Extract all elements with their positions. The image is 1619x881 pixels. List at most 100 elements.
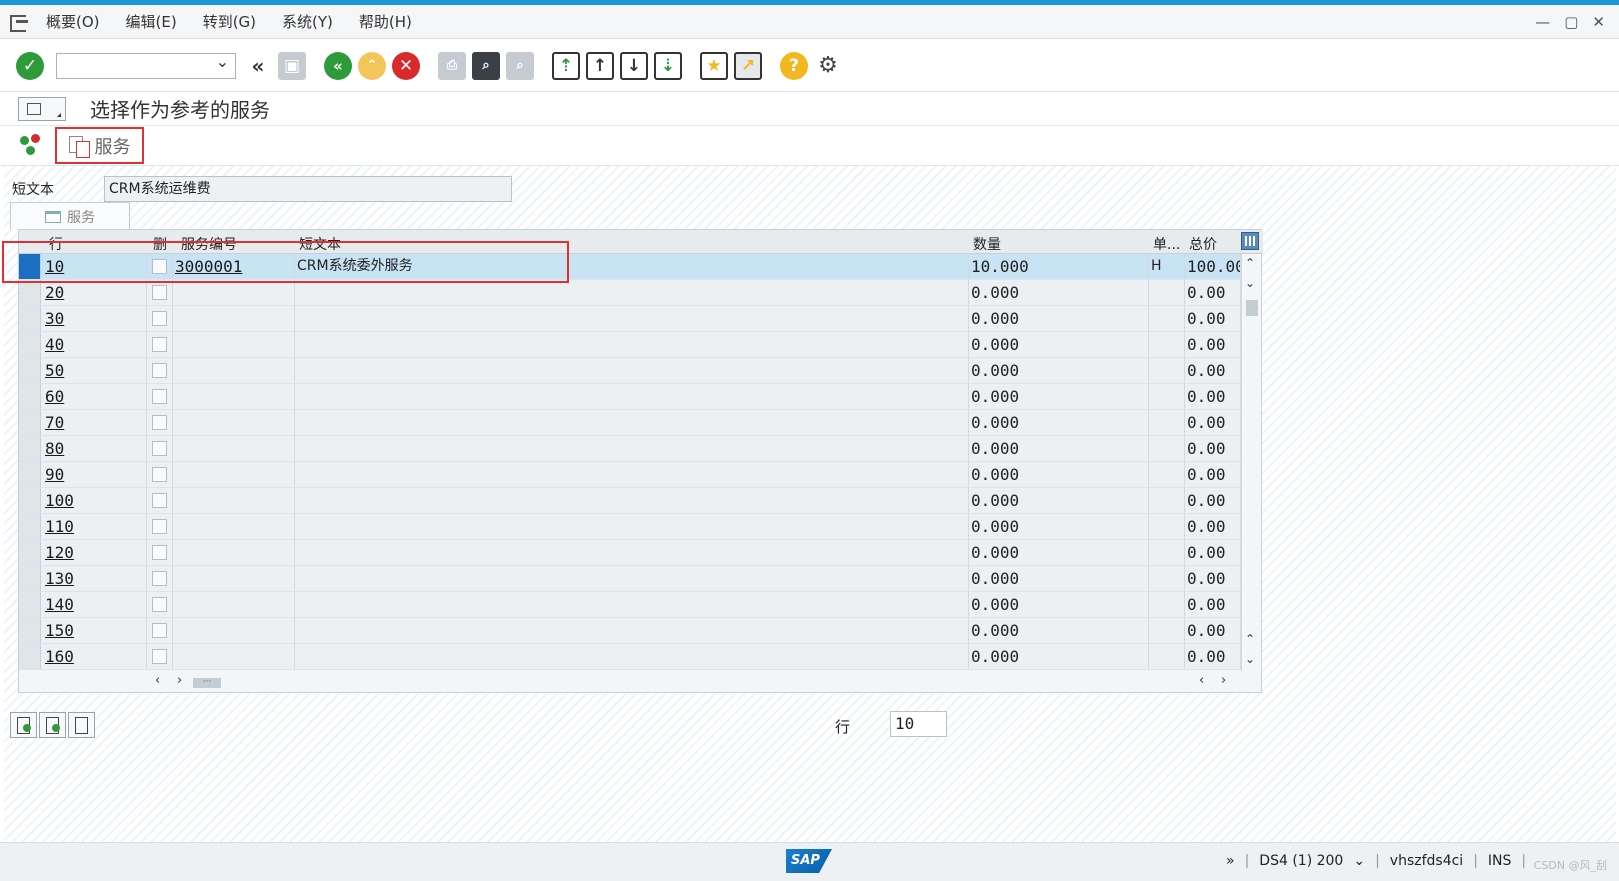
cell-short-text[interactable] bbox=[295, 410, 969, 435]
delete-checkbox[interactable] bbox=[152, 285, 167, 300]
horizontal-scrollbar[interactable]: ‹ › ··· ‹ › bbox=[19, 672, 1241, 692]
cell-service-no[interactable] bbox=[173, 644, 295, 669]
delete-checkbox[interactable] bbox=[152, 519, 167, 534]
vertical-scrollbar[interactable]: ⌃ ⌄ ⌃ ⌄ bbox=[1241, 254, 1261, 672]
table-row[interactable]: 140 0.000 0.00 bbox=[19, 592, 1241, 618]
cell-short-text[interactable] bbox=[295, 488, 969, 513]
cell-service-no[interactable] bbox=[173, 358, 295, 383]
cell-quantity[interactable]: 0.000 bbox=[969, 332, 1149, 357]
cell-short-text[interactable] bbox=[295, 306, 969, 331]
system-id[interactable]: DS4 (1) 200 bbox=[1259, 853, 1343, 869]
cell-quantity[interactable]: 0.000 bbox=[969, 566, 1149, 591]
cell-total[interactable]: 0.00 bbox=[1185, 514, 1241, 539]
back-double-icon[interactable]: « bbox=[244, 52, 272, 80]
cell-short-text[interactable] bbox=[295, 618, 969, 643]
col-header-line[interactable]: 行 bbox=[49, 234, 63, 254]
cell-short-text[interactable] bbox=[295, 644, 969, 669]
cell-short-text[interactable] bbox=[295, 280, 969, 305]
cell-service-no[interactable] bbox=[173, 514, 295, 539]
close-icon[interactable]: ✕ bbox=[1592, 13, 1605, 31]
row-selector[interactable] bbox=[19, 540, 41, 565]
table-row[interactable]: 60 0.000 0.00 bbox=[19, 384, 1241, 410]
cell-line[interactable]: 120 bbox=[41, 540, 147, 565]
cell-quantity[interactable]: 0.000 bbox=[969, 488, 1149, 513]
menu-item-goto[interactable]: 转到(G) bbox=[203, 11, 256, 32]
cell-quantity[interactable]: 0.000 bbox=[969, 514, 1149, 539]
col-header-unit[interactable]: 单... bbox=[1153, 234, 1180, 254]
cell-unit[interactable] bbox=[1149, 436, 1185, 461]
cell-service-no[interactable] bbox=[173, 306, 295, 331]
delete-checkbox[interactable] bbox=[152, 337, 167, 352]
delete-checkbox[interactable] bbox=[152, 649, 167, 664]
cell-service-no[interactable] bbox=[173, 592, 295, 617]
cell-unit[interactable] bbox=[1149, 514, 1185, 539]
col-header-service-no[interactable]: 服务编号 bbox=[181, 234, 237, 254]
cell-line[interactable]: 90 bbox=[41, 462, 147, 487]
row-selector[interactable] bbox=[19, 332, 41, 357]
cell-short-text[interactable] bbox=[295, 462, 969, 487]
cell-total[interactable]: 0.00 bbox=[1185, 566, 1241, 591]
cell-short-text[interactable] bbox=[295, 332, 969, 357]
cell-quantity[interactable]: 0.000 bbox=[969, 384, 1149, 409]
row-selector[interactable] bbox=[19, 410, 41, 435]
save-icon[interactable]: ▣ bbox=[278, 51, 306, 80]
row-selector[interactable] bbox=[19, 618, 41, 643]
row-selector[interactable] bbox=[19, 436, 41, 461]
cell-short-text[interactable] bbox=[295, 566, 969, 591]
table-row[interactable]: 50 0.000 0.00 bbox=[19, 358, 1241, 384]
menu-item-help[interactable]: 帮助(H) bbox=[359, 11, 412, 32]
find-next-icon[interactable]: ⌕ bbox=[506, 51, 534, 80]
last-page-icon[interactable]: ⇣ bbox=[654, 51, 682, 80]
table-row[interactable]: 80 0.000 0.00 bbox=[19, 436, 1241, 462]
table-row[interactable]: 110 0.000 0.00 bbox=[19, 514, 1241, 540]
table-row[interactable]: 10 3000001 CRM系统委外服务 10.000 H 100.00 bbox=[19, 254, 1241, 280]
column-settings-icon[interactable] bbox=[1241, 232, 1259, 250]
row-selector[interactable] bbox=[19, 566, 41, 591]
scroll-left-icon[interactable]: ‹ bbox=[155, 673, 160, 688]
select-block-icon[interactable] bbox=[39, 712, 66, 738]
row-selector[interactable] bbox=[19, 254, 41, 279]
menu-item-edit[interactable]: 编辑(E) bbox=[126, 11, 177, 32]
row-selector[interactable] bbox=[19, 358, 41, 383]
cell-line[interactable]: 10 bbox=[41, 254, 147, 279]
row-selector[interactable] bbox=[19, 280, 41, 305]
first-page-icon[interactable]: ⇡ bbox=[552, 51, 580, 80]
delete-checkbox[interactable] bbox=[152, 571, 167, 586]
delete-checkbox[interactable] bbox=[152, 389, 167, 404]
screen-menu-icon[interactable] bbox=[18, 96, 66, 121]
menu-exit-icon[interactable] bbox=[10, 14, 32, 32]
table-row[interactable]: 90 0.000 0.00 bbox=[19, 462, 1241, 488]
col-header-delete[interactable]: 删 bbox=[153, 234, 167, 254]
cell-unit[interactable] bbox=[1149, 592, 1185, 617]
cell-total[interactable]: 0.00 bbox=[1185, 644, 1241, 669]
scroll-right-icon[interactable]: › bbox=[177, 673, 182, 688]
cell-total[interactable]: 0.00 bbox=[1185, 618, 1241, 643]
cell-line[interactable]: 50 bbox=[41, 358, 147, 383]
cell-short-text[interactable] bbox=[295, 384, 969, 409]
cell-quantity[interactable]: 0.000 bbox=[969, 540, 1149, 565]
cell-short-text[interactable] bbox=[295, 514, 969, 539]
expand-icon[interactable]: » bbox=[1226, 853, 1235, 869]
cell-line[interactable]: 80 bbox=[41, 436, 147, 461]
next-page-icon[interactable]: ↓ bbox=[620, 51, 648, 80]
cell-unit[interactable] bbox=[1149, 618, 1185, 643]
cell-service-no[interactable] bbox=[173, 462, 295, 487]
row-selector[interactable] bbox=[19, 514, 41, 539]
delete-checkbox[interactable] bbox=[152, 623, 167, 638]
cell-service-no[interactable] bbox=[173, 384, 295, 409]
table-row[interactable]: 100 0.000 0.00 bbox=[19, 488, 1241, 514]
help-icon[interactable]: ? bbox=[780, 51, 808, 80]
hscroll-thumb[interactable]: ··· bbox=[193, 678, 221, 688]
cancel-icon[interactable]: ✕ bbox=[392, 51, 420, 80]
row-selector[interactable] bbox=[19, 488, 41, 513]
table-row[interactable]: 130 0.000 0.00 bbox=[19, 566, 1241, 592]
table-row[interactable]: 150 0.000 0.00 bbox=[19, 618, 1241, 644]
cell-unit[interactable] bbox=[1149, 566, 1185, 591]
select-all-icon[interactable] bbox=[10, 712, 37, 738]
scroll-right-end-icon[interactable]: › bbox=[1221, 673, 1226, 688]
cell-service-no[interactable]: 3000001 bbox=[173, 254, 295, 279]
delete-checkbox[interactable] bbox=[152, 597, 167, 612]
new-session-icon[interactable]: ★ bbox=[700, 51, 728, 80]
cell-service-no[interactable] bbox=[173, 332, 295, 357]
cell-unit[interactable] bbox=[1149, 462, 1185, 487]
